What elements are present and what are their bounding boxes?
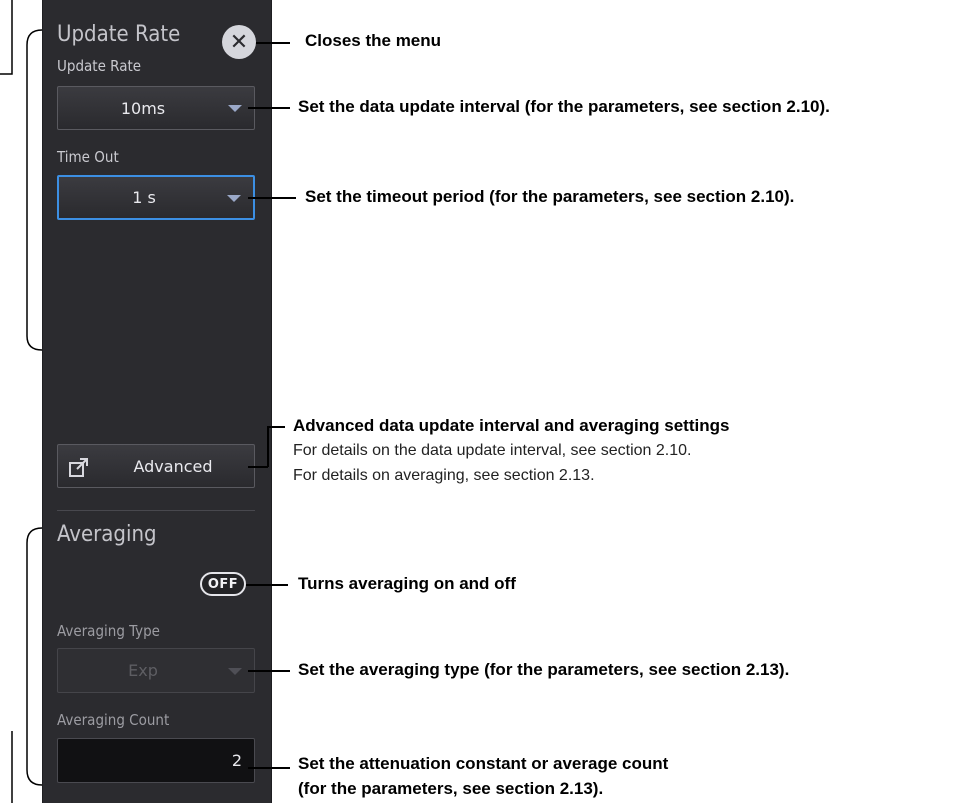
annotation-advanced-line1: For details on the data update interval,… xyxy=(293,442,692,459)
time-out-label: Time Out xyxy=(57,148,119,166)
advanced-button[interactable]: Advanced xyxy=(57,444,255,488)
update-rate-dropdown[interactable]: 10ms xyxy=(57,86,255,130)
annotation-time-out: Set the timeout period (for the paramete… xyxy=(305,187,795,206)
panel-header-title: Update Rate xyxy=(57,22,181,47)
annotation-advanced-title: Advanced data update interval and averag… xyxy=(293,416,730,435)
leader-close xyxy=(256,42,290,44)
annotation-toggle: Turns averaging on and off xyxy=(298,574,516,593)
close-x-icon: ✕ xyxy=(229,29,249,55)
averaging-group-bracket xyxy=(26,527,43,786)
leader-time-out xyxy=(248,197,296,199)
annotation-advanced-line2: For details on averaging, see section 2.… xyxy=(293,467,595,484)
section-divider xyxy=(57,510,255,511)
averaging-title: Averaging xyxy=(57,522,157,547)
averaging-count-input[interactable]: 2 xyxy=(57,738,255,783)
annotation-count-line2: (for the parameters, see section 2.13). xyxy=(298,779,604,798)
update-rate-group-bracket xyxy=(26,29,43,351)
time-out-value: 1 s xyxy=(132,188,156,207)
averaging-type-label: Averaging Type xyxy=(57,622,160,640)
leader-advanced-top xyxy=(267,426,285,428)
leader-averaging-type xyxy=(248,670,290,672)
averaging-type-value: Exp xyxy=(128,661,158,680)
external-window-icon xyxy=(69,458,88,477)
leader-averaging-count xyxy=(248,767,290,769)
chevron-down-icon xyxy=(228,105,242,112)
chevron-down-icon xyxy=(227,194,241,202)
update-rate-label: Update Rate xyxy=(57,57,142,75)
advanced-label: Advanced xyxy=(133,456,213,476)
averaging-count-label: Averaging Count xyxy=(57,711,170,729)
annotation-update-rate: Set the data update interval (for the pa… xyxy=(298,97,830,116)
leader-update-rate xyxy=(248,107,290,109)
chevron-down-icon xyxy=(228,667,242,675)
annotation-averaging-type: Set the averaging type (for the paramete… xyxy=(298,660,790,679)
averaging-type-dropdown[interactable]: Exp xyxy=(57,648,255,693)
leader-toggle xyxy=(246,584,288,586)
leader-advanced xyxy=(248,466,268,468)
time-out-dropdown[interactable]: 1 s xyxy=(57,175,255,220)
close-button[interactable]: ✕ xyxy=(222,25,256,59)
top-left-bracket-tick xyxy=(0,0,13,75)
update-rate-value: 10ms xyxy=(120,98,166,118)
averaging-toggle[interactable]: OFF xyxy=(200,572,246,596)
leader-advanced-vertical xyxy=(267,426,269,467)
annotation-close: Closes the menu xyxy=(305,31,442,50)
annotation-count-line1: Set the attenuation constant or average … xyxy=(298,754,669,773)
averaging-count-value: 2 xyxy=(231,751,242,770)
